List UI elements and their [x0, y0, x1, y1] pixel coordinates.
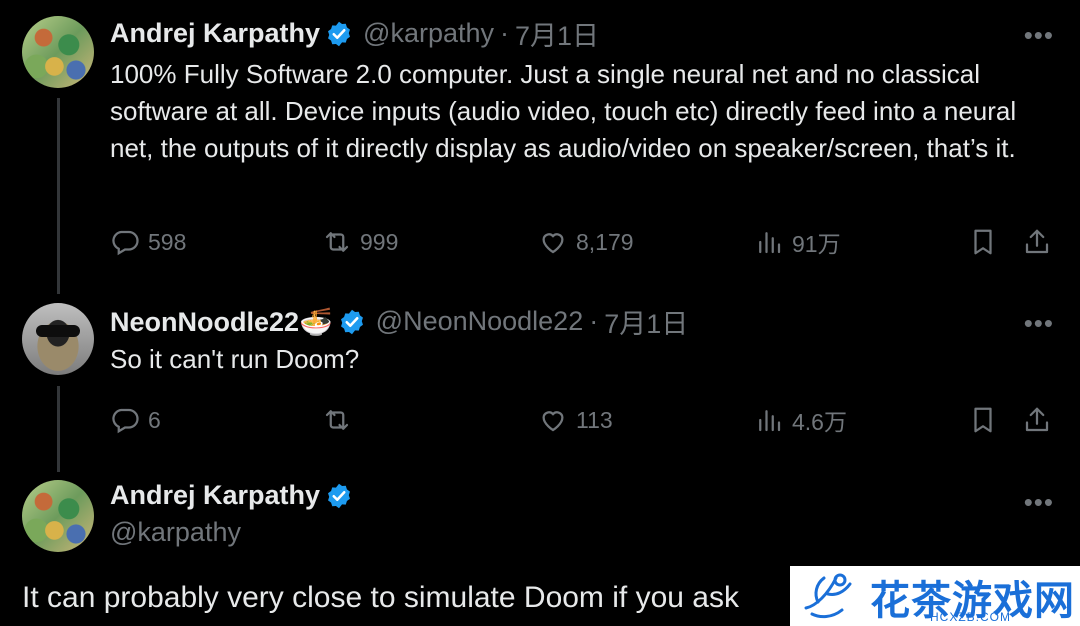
views-count: 91万 [792, 231, 841, 257]
like-count: 113 [576, 406, 613, 433]
repost-icon [325, 410, 349, 430]
tweet-date[interactable]: 7月1日 [515, 14, 599, 53]
tweet-date[interactable]: 7月1日 [604, 302, 688, 341]
repost-count: 999 [360, 228, 399, 255]
views-icon [759, 410, 781, 432]
share-button[interactable] [1022, 400, 1052, 440]
thread-view: Andrej Karpathy @karpathy · 7月1日 ••• 100… [0, 0, 1080, 626]
reply-icon [112, 408, 139, 434]
avatar[interactable] [22, 303, 94, 375]
like-icon [542, 233, 564, 254]
reply-count: 598 [148, 228, 187, 255]
share-icon [1025, 407, 1049, 432]
tweet-header: Andrej Karpathy @karpathy · 7月1日 [110, 14, 599, 53]
tweet-header: Andrej Karpathy [110, 480, 353, 511]
tweet-text: So it can't run Doom? [110, 344, 360, 374]
like-button[interactable]: 113 [538, 400, 613, 440]
thread-line [57, 98, 60, 294]
thread-line [57, 386, 60, 472]
views-icon [759, 232, 781, 254]
tweet-actions: 6 113 4.6万 [110, 400, 1060, 440]
bookmark-button[interactable] [968, 400, 998, 440]
repost-button[interactable] [322, 400, 360, 440]
flower-logo-icon [804, 573, 852, 619]
author-handle[interactable]: @karpathy [110, 517, 241, 548]
tweet-actions: 598 999 8,179 91万 [110, 222, 1060, 262]
reply-icon [112, 230, 139, 256]
views-button[interactable]: 91万 [754, 222, 841, 262]
views-button[interactable]: 4.6万 [754, 400, 847, 440]
tweet-header: NeonNoodle22🍜 @NeonNoodle22 · 7月1日 [110, 302, 688, 341]
watermark: 花茶游戏网 HCXZB.COM [790, 566, 1080, 626]
avatar[interactable] [22, 16, 94, 88]
like-icon [542, 411, 564, 432]
watermark-url: HCXZB.COM [930, 610, 1011, 624]
more-icon[interactable]: ••• [1024, 489, 1054, 515]
repost-icon [325, 232, 349, 252]
reply-count: 6 [148, 406, 161, 433]
reply-button[interactable]: 598 [110, 222, 186, 262]
verified-badge-icon [328, 483, 351, 508]
tweet-text: 100% Fully Software 2.0 computer. Just a… [110, 59, 1017, 163]
bookmark-icon [974, 229, 992, 255]
bookmark-icon [974, 407, 992, 433]
share-button[interactable] [1022, 222, 1052, 262]
separator: · [589, 306, 599, 336]
avatar[interactable] [22, 480, 94, 552]
views-count: 4.6万 [792, 409, 847, 435]
like-count: 8,179 [576, 228, 634, 255]
separator: · [500, 18, 510, 48]
repost-button[interactable]: 999 [322, 222, 398, 262]
author-handle[interactable]: @NeonNoodle22 [376, 306, 584, 337]
verified-badge-icon [340, 309, 363, 334]
author-handle[interactable]: @karpathy [363, 18, 494, 49]
author-name[interactable]: NeonNoodle22🍜 [110, 306, 333, 338]
verified-badge-icon [328, 21, 351, 46]
handle-row: @karpathy [110, 517, 241, 548]
reply-button[interactable]: 6 [110, 400, 161, 440]
tweet-text: It can probably very close to simulate D… [22, 581, 739, 614]
share-icon [1025, 229, 1049, 254]
more-icon[interactable]: ••• [1024, 310, 1054, 336]
more-icon[interactable]: ••• [1024, 22, 1054, 48]
author-name[interactable]: Andrej Karpathy [110, 18, 320, 49]
like-button[interactable]: 8,179 [538, 222, 634, 262]
bookmark-button[interactable] [968, 222, 998, 262]
author-name[interactable]: Andrej Karpathy [110, 480, 320, 511]
